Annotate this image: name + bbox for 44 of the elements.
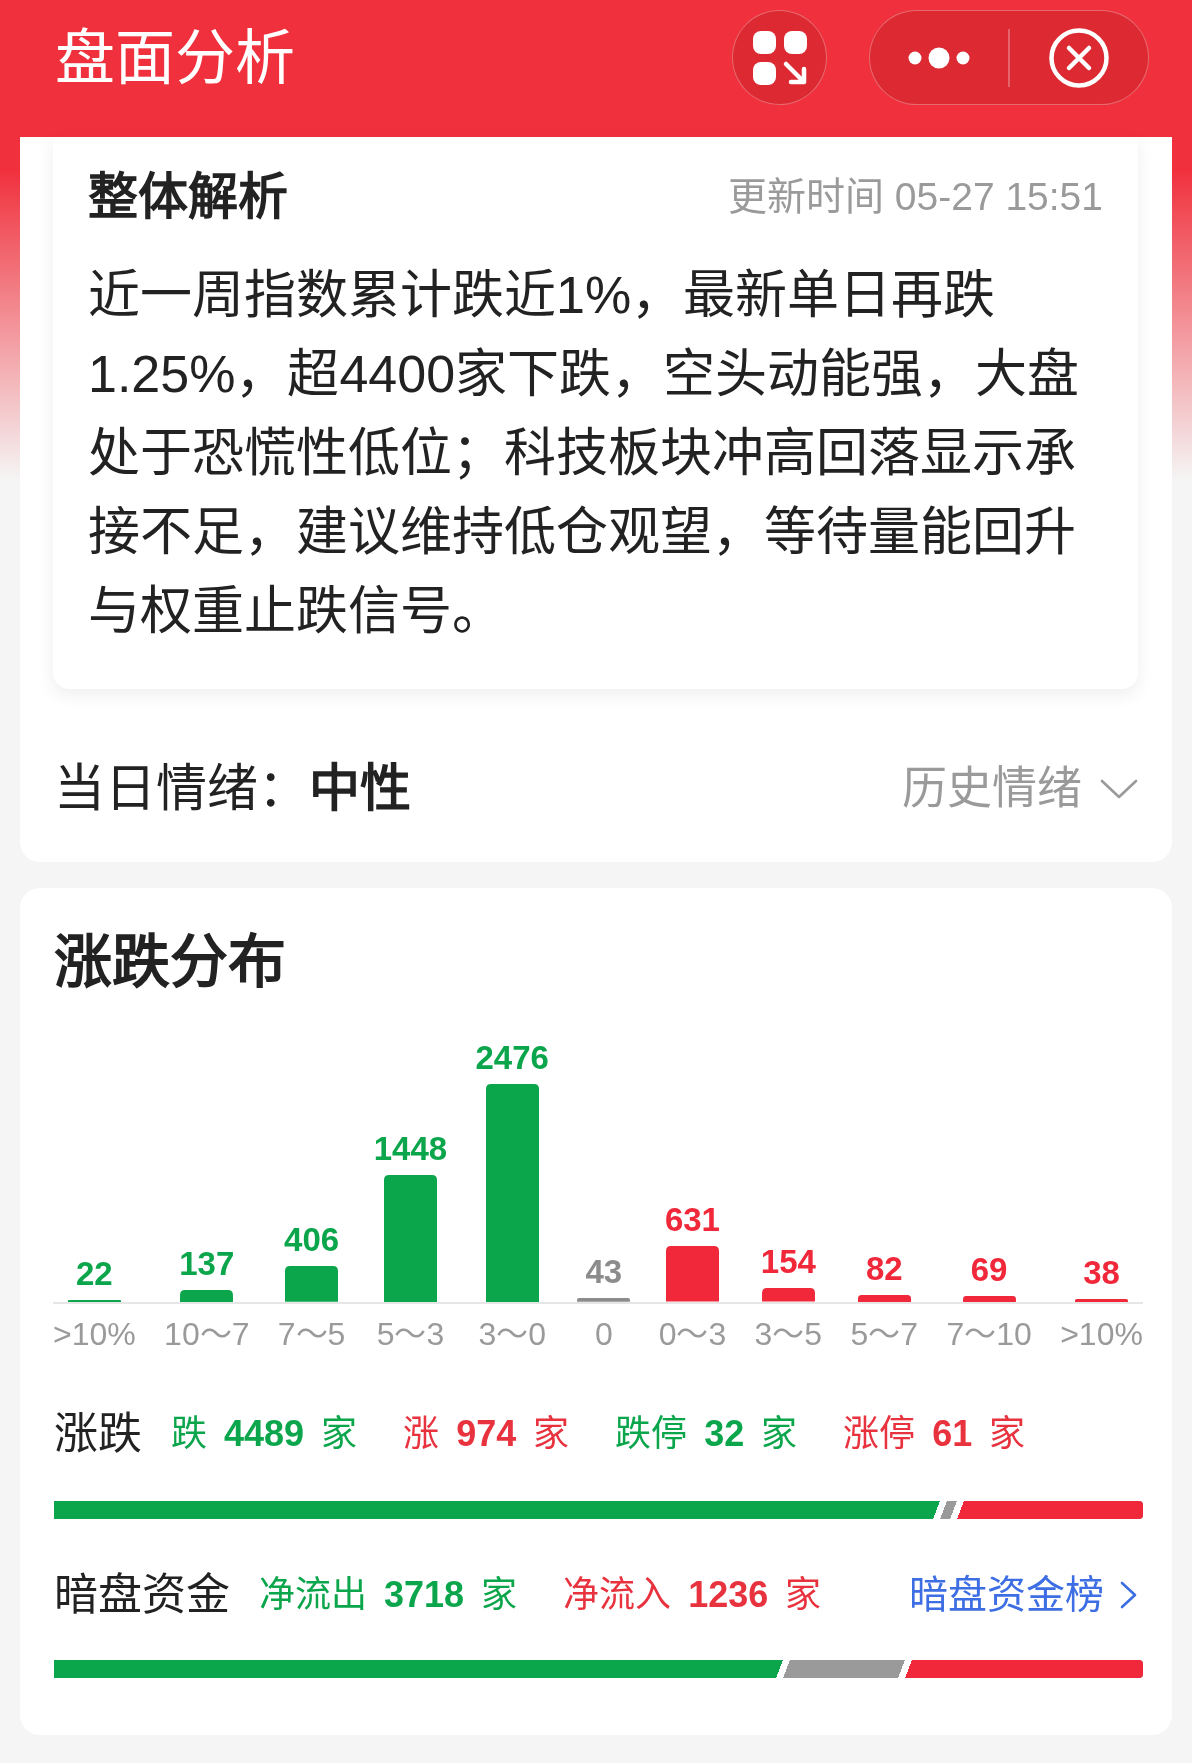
category-label: >10%: [53, 1315, 136, 1354]
sentiment-value: 中性: [309, 759, 411, 819]
category-label: 0～3: [658, 1315, 727, 1354]
bar-value-label: 2476: [475, 1040, 549, 1076]
category-label: >10%: [1060, 1315, 1143, 1354]
page-title: 盘面分析: [55, 23, 295, 94]
stat-count: 净流入 1236 家: [563, 1573, 822, 1617]
more-icon: [908, 46, 970, 69]
distribution-title: 涨跌分布: [54, 932, 287, 992]
stat-count: 涨 974 家: [403, 1412, 570, 1456]
bar-value-label: 38: [1083, 1254, 1120, 1291]
category-label: 5～7: [850, 1315, 919, 1354]
chevron-right-icon: [1120, 1581, 1137, 1609]
sentiment-label: 当日情绪：: [54, 759, 309, 819]
bar-value-label: 69: [970, 1251, 1008, 1288]
category-label: 7～10: [946, 1315, 1032, 1354]
bar-value-label: 1448: [373, 1130, 448, 1167]
category-label: 3～5: [754, 1315, 823, 1354]
update-time: 更新时间 05-27 15:51: [728, 174, 1103, 220]
ranking-link[interactable]: 暗盘资金榜: [909, 1570, 1143, 1620]
stat-count: 涨停 61 家: [843, 1412, 1026, 1456]
category-label: 7～5: [277, 1315, 346, 1354]
bar-value-label: 43: [585, 1254, 623, 1291]
bar-value-label: 22: [76, 1256, 113, 1292]
category-label: 0: [594, 1315, 613, 1354]
stat-count: 跌停 32 家: [615, 1412, 798, 1456]
grid-arrow-icon: [751, 29, 808, 86]
bar-value-label: 631: [664, 1202, 720, 1239]
bar-value-label: 406: [284, 1222, 340, 1259]
stat-label: 暗盘资金: [54, 1570, 230, 1620]
bar-value-label: 137: [179, 1245, 235, 1282]
analysis-paragraph: 近一周指数累计跌近1%，最新单日再跌1.25%，超4400家下跌，空头动能强，大盘处于恐慌性低位；科技板块冲高回落显示承接不足，建议维持低仓观望，等待量能回升与权重止跌信号。: [88, 265, 1081, 642]
stat-count: 净流出 3718 家: [259, 1573, 518, 1617]
bar-value-label: 154: [760, 1244, 816, 1281]
stat-count: 跌 4489 家: [171, 1412, 358, 1456]
history-sentiment-link[interactable]: 历史情绪: [902, 759, 1138, 819]
analysis-title: 整体解析: [88, 172, 288, 222]
category-label: 10～7: [164, 1315, 250, 1354]
stat-label: 涨跌: [54, 1409, 142, 1459]
bar-value-label: 82: [865, 1250, 903, 1287]
category-label: 3～0: [478, 1315, 546, 1354]
chevron-down-icon: [1100, 778, 1138, 800]
close-icon: [1049, 27, 1109, 88]
category-label: 5～3: [376, 1315, 445, 1354]
